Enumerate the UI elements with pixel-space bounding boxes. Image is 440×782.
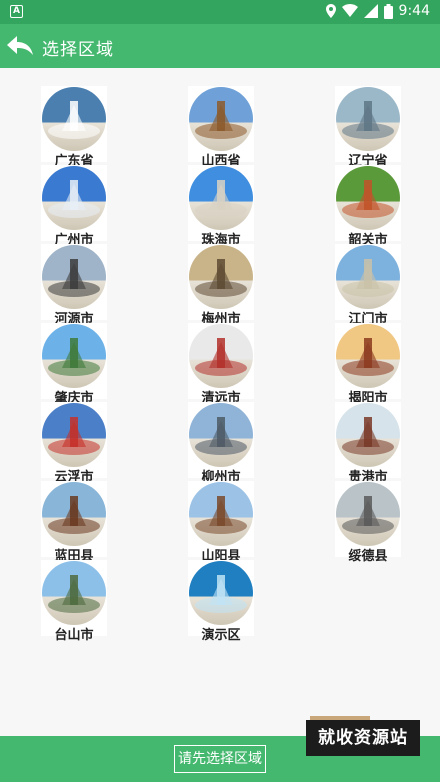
guangzhou-tower-icon	[42, 166, 106, 230]
region-item[interactable]: 肇庆市	[41, 323, 107, 407]
region-label: 绥德县	[348, 549, 388, 564]
location-icon	[325, 4, 336, 18]
region-item[interactable]: 台山市	[41, 560, 107, 644]
jieyang-gate-icon	[336, 324, 400, 388]
region-item[interactable]: 蓝田县	[41, 481, 107, 565]
shaoguan-danxia-icon	[336, 166, 400, 230]
region-item[interactable]: 梅州市	[188, 244, 254, 328]
meizhou-monument-icon	[189, 245, 253, 309]
region-item[interactable]: 云浮市	[41, 402, 107, 486]
demo-underwater-icon	[189, 561, 253, 625]
region-item[interactable]: 贵港市	[335, 402, 401, 486]
region-label: 台山市	[54, 628, 94, 643]
wifi-icon	[341, 4, 358, 17]
yunfu-dragon-icon	[42, 403, 106, 467]
battery-icon	[383, 3, 393, 19]
zhaoqing-karst-icon	[42, 324, 106, 388]
region-item[interactable]: 江门市	[335, 244, 401, 328]
region-item[interactable]: 清远市	[188, 323, 254, 407]
jiangmen-city-icon	[336, 245, 400, 309]
liuzhou-skyline-icon	[189, 403, 253, 467]
region-item[interactable]: 广州市	[41, 165, 107, 249]
app-toolbar: 选择区域	[0, 24, 440, 68]
taishan-tower-icon	[42, 561, 106, 625]
shanxi-pagoda-icon	[189, 87, 253, 151]
region-item[interactable]: 柳州市	[188, 402, 254, 486]
region-item[interactable]: 珠海市	[188, 165, 254, 249]
watermark-logo: 就收资源站	[306, 720, 420, 756]
back-arrow-icon[interactable]	[6, 34, 34, 58]
liaoning-harbor-icon	[336, 87, 400, 151]
status-right: 9:44	[325, 3, 430, 19]
shanyang-tower-icon	[189, 482, 253, 546]
signal-icon	[363, 4, 378, 18]
region-item[interactable]: 演示区	[188, 560, 254, 644]
region-item[interactable]: 广东省	[41, 86, 107, 170]
region-item[interactable]: 揭阳市	[335, 323, 401, 407]
region-item[interactable]: 河源市	[41, 244, 107, 328]
zhuhai-statue-icon	[189, 166, 253, 230]
suide-archway-icon	[336, 482, 400, 546]
confirm-region-button[interactable]: 请先选择区域	[174, 745, 266, 773]
page-title: 选择区域	[42, 40, 114, 60]
region-item[interactable]: 山西省	[188, 86, 254, 170]
guigang-pavilion-icon	[336, 403, 400, 467]
region-label: 演示区	[201, 628, 241, 643]
status-bar: A 9:44	[0, 0, 440, 24]
region-item[interactable]: 辽宁省	[335, 86, 401, 170]
heyuan-globe-icon	[42, 245, 106, 309]
region-item[interactable]: 韶关市	[335, 165, 401, 249]
region-item[interactable]: 绥德县	[335, 481, 401, 565]
region-item[interactable]: 山阳县	[188, 481, 254, 565]
lantian-temple-icon	[42, 482, 106, 546]
clock: 9:44	[398, 3, 430, 19]
qingyuan-sculpture-icon	[189, 324, 253, 388]
app-notification-icon: A	[10, 5, 23, 18]
guangdong-emblem-icon	[42, 87, 106, 151]
